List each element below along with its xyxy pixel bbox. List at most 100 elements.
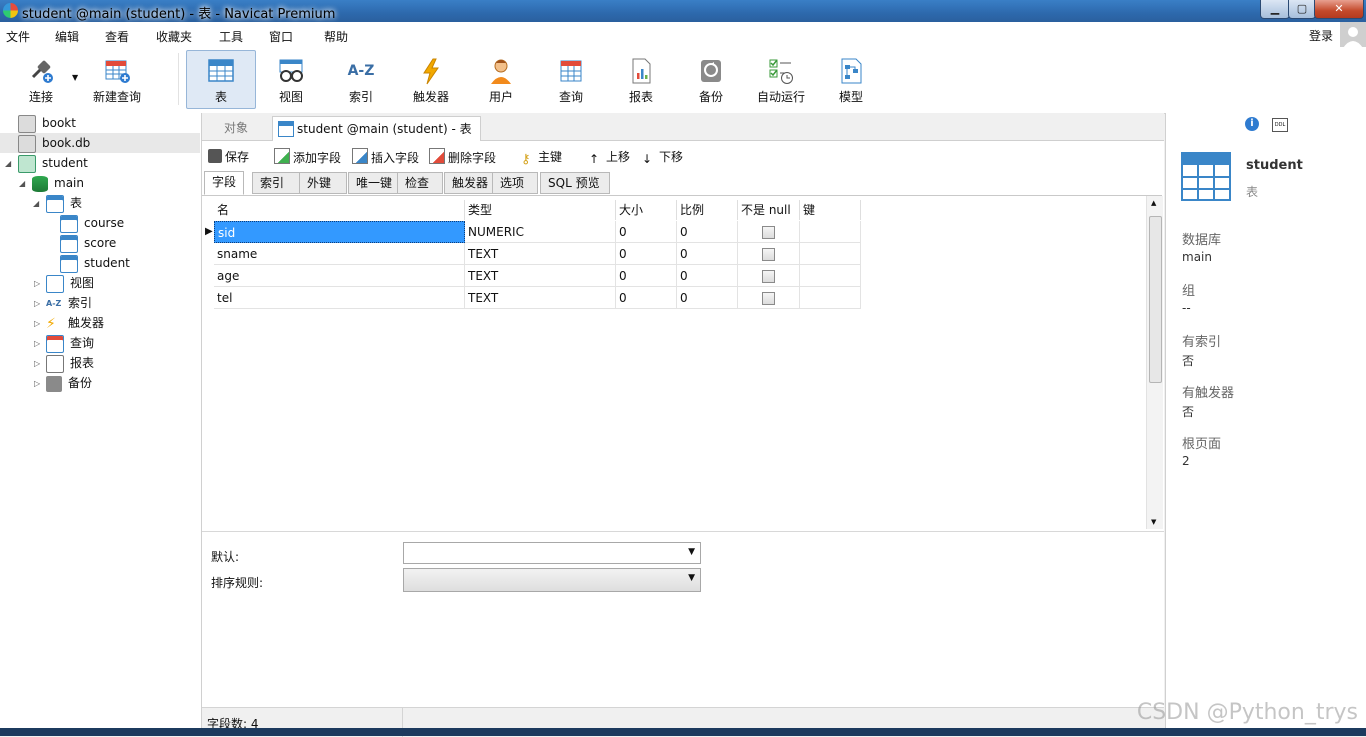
delete-field-button[interactable]: 删除字段 <box>429 148 496 166</box>
connect-button[interactable]: 连接 <box>8 51 74 107</box>
field-size-cell[interactable]: 0 <box>616 287 677 309</box>
subtab-checks[interactable]: 检查 <box>397 172 443 194</box>
expand-arrow-icon[interactable]: ▷ <box>34 379 40 388</box>
column-header-name[interactable]: 名 <box>214 200 465 220</box>
not-null-checkbox[interactable] <box>762 248 775 261</box>
scroll-thumb[interactable] <box>1149 216 1162 383</box>
not-null-checkbox[interactable] <box>762 292 775 305</box>
key-cell[interactable] <box>800 221 861 243</box>
new-query-button[interactable]: 新建查询 <box>84 51 150 107</box>
subtab-foreign-keys[interactable]: 外键 <box>299 172 347 194</box>
user-button[interactable]: 用户 <box>468 51 534 107</box>
tree-table-score[interactable]: score <box>60 233 116 253</box>
menu-file[interactable]: 文件 <box>6 28 30 45</box>
menu-window[interactable]: 窗口 <box>269 28 293 45</box>
subtab-options[interactable]: 选项 <box>492 172 538 194</box>
column-header-type[interactable]: 类型 <box>465 200 616 220</box>
expand-arrow-icon[interactable]: ▷ <box>34 299 40 308</box>
insert-field-button[interactable]: 插入字段 <box>352 148 419 166</box>
grid-vertical-scrollbar[interactable]: ▲ ▼ <box>1146 196 1163 529</box>
field-scale-cell[interactable]: 0 <box>677 265 738 287</box>
subtab-fields[interactable]: 字段 <box>204 171 244 195</box>
collapse-arrow-icon[interactable]: ◢ <box>19 179 25 188</box>
tree-folder-reports[interactable]: 报表 <box>46 353 94 373</box>
table-button[interactable]: 表 <box>186 50 256 109</box>
field-type-cell[interactable]: TEXT <box>465 287 616 309</box>
field-size-cell[interactable]: 0 <box>616 243 677 265</box>
field-scale-cell[interactable]: 0 <box>677 287 738 309</box>
tree-database-main[interactable]: main <box>32 173 84 193</box>
tree-table-student[interactable]: student <box>60 253 130 273</box>
info-icon[interactable]: i <box>1245 117 1259 131</box>
column-header-key[interactable]: 键 <box>800 200 861 220</box>
close-button[interactable]: ✕ <box>1314 0 1364 19</box>
save-button[interactable]: 保存 <box>208 148 249 165</box>
field-type-cell[interactable]: NUMERIC <box>465 221 616 243</box>
trigger-button[interactable]: 触发器 <box>398 51 464 107</box>
primary-key-button[interactable]: ⚷ 主键 <box>521 148 562 167</box>
user-avatar[interactable] <box>1340 22 1366 48</box>
menu-edit[interactable]: 编辑 <box>55 28 79 45</box>
expand-arrow-icon[interactable]: ▷ <box>34 319 40 328</box>
report-button[interactable]: 报表 <box>608 51 674 107</box>
tree-connection-book-db[interactable]: book.db <box>0 133 200 153</box>
model-button[interactable]: 模型 <box>818 51 884 107</box>
tree-folder-backups[interactable]: 备份 <box>46 373 92 393</box>
menu-help[interactable]: 帮助 <box>324 28 348 45</box>
expand-arrow-icon[interactable]: ▷ <box>34 339 40 348</box>
tree-connection-bookt[interactable]: bookt <box>18 113 76 133</box>
not-null-checkbox[interactable] <box>762 270 775 283</box>
subtab-indexes[interactable]: 索引 <box>252 172 300 194</box>
field-size-cell[interactable]: 0 <box>616 221 677 243</box>
view-button[interactable]: 视图 <box>258 51 324 107</box>
key-cell[interactable] <box>800 243 861 265</box>
not-null-checkbox[interactable] <box>762 226 775 239</box>
field-type-cell[interactable]: TEXT <box>465 265 616 287</box>
default-combobox[interactable]: ▼ <box>403 542 701 564</box>
collation-combobox[interactable]: ▼ <box>403 568 701 592</box>
field-name-cell[interactable]: age <box>214 265 465 287</box>
field-name-cell[interactable]: sid <box>214 221 465 243</box>
menu-favorites[interactable]: 收藏夹 <box>156 28 192 45</box>
login-link[interactable]: 登录 <box>1309 27 1333 44</box>
column-header-size[interactable]: 大小 <box>616 200 677 220</box>
tab-objects[interactable]: 对象 <box>216 116 256 140</box>
index-button[interactable]: A-Z 索引 <box>328 51 394 107</box>
minimize-button[interactable]: ▁ <box>1260 0 1290 19</box>
field-name-cell[interactable]: sname <box>214 243 465 265</box>
scroll-down-arrow-icon[interactable]: ▼ <box>1151 518 1156 526</box>
ddl-icon[interactable]: DDL <box>1272 118 1288 132</box>
tree-folder-tables[interactable]: 表 <box>46 193 82 213</box>
subtab-unique-keys[interactable]: 唯一键 <box>348 172 400 194</box>
tree-folder-indexes[interactable]: A-Z 索引 <box>46 293 92 313</box>
backup-button[interactable]: 备份 <box>678 51 744 107</box>
auto-run-button[interactable]: 自动运行 <box>748 51 814 107</box>
tree-folder-views[interactable]: 视图 <box>46 273 94 293</box>
expand-arrow-icon[interactable]: ▷ <box>34 279 40 288</box>
scroll-up-arrow-icon[interactable]: ▲ <box>1151 199 1156 207</box>
key-cell[interactable] <box>800 287 861 309</box>
move-up-button[interactable]: ↑ 上移 <box>589 148 630 166</box>
column-header-scale[interactable]: 比例 <box>677 200 738 220</box>
tree-table-course[interactable]: course <box>60 213 124 233</box>
add-field-button[interactable]: 添加字段 <box>274 148 341 166</box>
query-button[interactable]: 查询 <box>538 51 604 107</box>
tab-student-table[interactable]: student @main (student) - 表 <box>272 116 481 142</box>
tree-connection-student[interactable]: student <box>18 153 88 173</box>
key-cell[interactable] <box>800 265 861 287</box>
collapse-arrow-icon[interactable]: ◢ <box>5 159 11 168</box>
field-scale-cell[interactable]: 0 <box>677 243 738 265</box>
maximize-button[interactable]: ▢ <box>1288 0 1316 19</box>
menu-view[interactable]: 查看 <box>105 28 129 45</box>
column-header-not-null[interactable]: 不是 null <box>738 200 800 220</box>
connect-dropdown-arrow[interactable]: ▼ <box>72 73 78 82</box>
field-name-cell[interactable]: tel <box>214 287 465 309</box>
subtab-sql-preview[interactable]: SQL 预览 <box>540 172 610 194</box>
tree-folder-triggers[interactable]: ⚡ 触发器 <box>46 313 104 333</box>
tree-folder-queries[interactable]: 查询 <box>46 333 94 353</box>
subtab-triggers[interactable]: 触发器 <box>444 172 498 194</box>
move-down-button[interactable]: ↓ 下移 <box>642 148 683 166</box>
field-scale-cell[interactable]: 0 <box>677 221 738 243</box>
menu-tools[interactable]: 工具 <box>219 28 243 45</box>
field-type-cell[interactable]: TEXT <box>465 243 616 265</box>
